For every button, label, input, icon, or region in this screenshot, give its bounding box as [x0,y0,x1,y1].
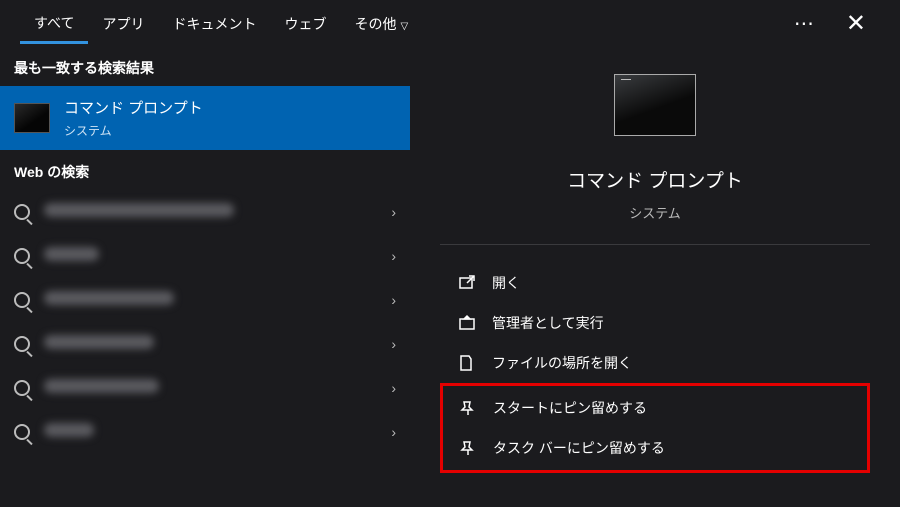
search-icon [14,248,30,264]
web-results-header: Web の検索 [0,150,410,190]
preview-subtitle: システム [629,203,681,222]
action-pin-to-start[interactable]: スタートにピン留めする [443,388,867,428]
chevron-right-icon: › [391,204,396,220]
chevron-down-icon: ▽ [400,21,408,32]
preview-actions: 開く 管理者として実行 ファイルの場所を開く スタートにピン留めする [440,263,870,473]
tab-apps[interactable]: アプリ [88,4,158,42]
tab-more[interactable]: その他▽ [340,4,422,42]
more-options-button[interactable]: ⋯ [778,11,832,36]
chevron-right-icon: › [391,336,396,352]
preview-title: コマンド プロンプト [567,166,743,193]
tab-all[interactable]: すべて [20,3,88,44]
action-open-file-location[interactable]: ファイルの場所を開く [440,343,870,383]
preview-pane: コマンド プロンプト システム 開く 管理者として実行 ファイルの場所を開く [410,46,900,507]
action-run-as-admin[interactable]: 管理者として実行 [440,303,870,343]
web-result-row[interactable]: › [0,366,410,410]
search-tabs: すべて アプリ ドキュメント ウェブ その他▽ ⋯ ✕ [0,0,900,46]
cmd-thumbnail-icon [14,103,50,133]
highlighted-pin-actions: スタートにピン留めする タスク バーにピン留めする [440,383,870,473]
web-result-row[interactable]: › [0,234,410,278]
chevron-right-icon: › [391,248,396,264]
best-match-title: コマンド プロンプト [64,97,203,118]
chevron-right-icon: › [391,380,396,396]
best-match-subtitle: システム [64,122,203,139]
open-icon [458,274,476,292]
chevron-right-icon: › [391,292,396,308]
results-pane: 最も一致する検索結果 コマンド プロンプト システム Web の検索 › › › [0,46,410,507]
web-result-row[interactable]: › [0,278,410,322]
action-open[interactable]: 開く [440,263,870,303]
search-icon [14,336,30,352]
admin-icon [458,314,476,332]
web-result-row[interactable]: › [0,322,410,366]
search-icon [14,380,30,396]
chevron-right-icon: › [391,424,396,440]
best-match-row[interactable]: コマンド プロンプト システム [0,86,410,150]
search-icon [14,204,30,220]
close-button[interactable]: ✕ [832,9,880,38]
pin-icon [459,439,477,457]
folder-icon [458,354,476,372]
main-area: 最も一致する検索結果 コマンド プロンプト システム Web の検索 › › › [0,46,900,507]
tab-documents[interactable]: ドキュメント [158,4,270,42]
preview-app-icon [614,74,696,136]
tab-web[interactable]: ウェブ [270,4,340,42]
divider [440,244,870,245]
pin-icon [459,399,477,417]
action-pin-to-taskbar[interactable]: タスク バーにピン留めする [443,428,867,468]
search-icon [14,424,30,440]
web-result-row[interactable]: › [0,190,410,234]
web-result-row[interactable]: › [0,410,410,454]
search-icon [14,292,30,308]
best-match-header: 最も一致する検索結果 [0,46,410,86]
